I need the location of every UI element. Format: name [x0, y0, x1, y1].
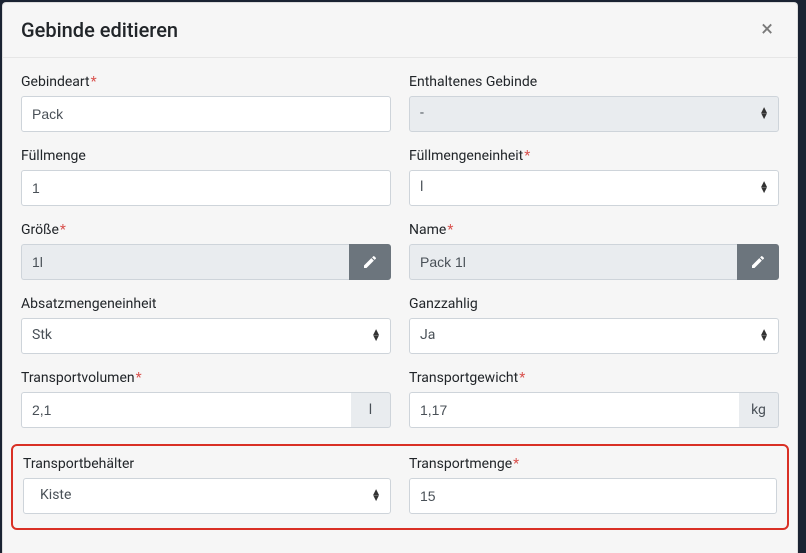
label-fuellmengeneinheit: Füllmengeneinheit*: [409, 148, 779, 164]
field-transportvolumen: Transportvolumen* l: [21, 370, 391, 428]
label-absatzmengeneinheit: Absatzmengeneinheit: [21, 296, 391, 312]
form-row: Transportvolumen* l Transportgewicht* kg: [21, 370, 779, 428]
required-marker: *: [136, 370, 142, 386]
label-gebindeart: Gebindeart*: [21, 74, 391, 90]
required-marker: *: [519, 370, 525, 386]
pencil-icon: [362, 254, 378, 270]
modal-title: Gebinde editieren: [21, 18, 178, 42]
select-fuellmengeneinheit[interactable]: l: [409, 170, 779, 206]
field-fuellmenge: Füllmenge: [21, 148, 391, 206]
field-transportbehaelter: Transportbehälter Kiste ▲▼: [23, 456, 391, 514]
field-ganzzahlig: Ganzzahlig Ja ▲▼: [409, 296, 779, 354]
field-enthaltenes-gebinde: Enthaltenes Gebinde - ▲▼: [409, 74, 779, 132]
label-enthaltenes: Enthaltenes Gebinde: [409, 74, 779, 90]
label-transportbehaelter: Transportbehälter: [23, 456, 391, 472]
label-name: Name*: [409, 222, 779, 238]
label-fuellmenge: Füllmenge: [21, 148, 391, 164]
form-row: Füllmenge Füllmengeneinheit* l ▲▼: [21, 148, 779, 206]
label-groesse: Größe*: [21, 222, 391, 238]
select-enthaltenes[interactable]: -: [409, 96, 779, 132]
modal-header: Gebinde editieren ×: [3, 3, 797, 58]
form-row: Absatzmengeneinheit Stk ▲▼ Ganzzahlig Ja…: [21, 296, 779, 354]
form-row: Größe* Name*: [21, 222, 779, 280]
pencil-icon: [750, 254, 766, 270]
edit-container-modal: Gebinde editieren × Gebindeart* Enthalte…: [2, 2, 798, 553]
field-transportmenge: Transportmenge*: [409, 456, 777, 514]
unit-addon: kg: [739, 392, 779, 428]
field-name: Name*: [409, 222, 779, 280]
input-name: [409, 244, 737, 280]
field-gebindeart: Gebindeart*: [21, 74, 391, 132]
input-transportvolumen[interactable]: [21, 392, 351, 428]
label-transportmenge: Transportmenge*: [409, 456, 777, 472]
close-icon: ×: [761, 17, 773, 42]
required-marker: *: [524, 148, 530, 164]
select-absatzmengeneinheit[interactable]: Stk: [21, 318, 391, 354]
input-transportmenge[interactable]: [409, 478, 777, 514]
field-groesse: Größe*: [21, 222, 391, 280]
required-marker: *: [447, 222, 453, 238]
field-transportgewicht: Transportgewicht* kg: [409, 370, 779, 428]
required-marker: *: [91, 74, 97, 90]
field-absatzmengeneinheit: Absatzmengeneinheit Stk ▲▼: [21, 296, 391, 354]
edit-name-button[interactable]: [737, 244, 779, 280]
required-marker: *: [513, 456, 519, 472]
input-fuellmenge[interactable]: [21, 170, 391, 206]
unit-addon: l: [351, 392, 391, 428]
label-ganzzahlig: Ganzzahlig: [409, 296, 779, 312]
label-transportgewicht: Transportgewicht*: [409, 370, 779, 386]
modal-body: Gebindeart* Enthaltenes Gebinde - ▲▼ Fül…: [3, 58, 797, 553]
form-row: Gebindeart* Enthaltenes Gebinde - ▲▼: [21, 74, 779, 132]
select-transportbehaelter[interactable]: Kiste: [23, 478, 391, 514]
edit-groesse-button[interactable]: [349, 244, 391, 280]
input-gebindeart[interactable]: [21, 96, 391, 132]
close-button[interactable]: ×: [755, 17, 779, 43]
highlighted-container-row: Transportbehälter Kiste ▲▼ Transportmeng…: [11, 444, 789, 530]
required-marker: *: [60, 222, 66, 238]
input-groesse: [21, 244, 349, 280]
field-fuellmengeneinheit: Füllmengeneinheit* l ▲▼: [409, 148, 779, 206]
input-transportgewicht[interactable]: [409, 392, 739, 428]
select-ganzzahlig[interactable]: Ja: [409, 318, 779, 354]
label-transportvolumen: Transportvolumen*: [21, 370, 391, 386]
